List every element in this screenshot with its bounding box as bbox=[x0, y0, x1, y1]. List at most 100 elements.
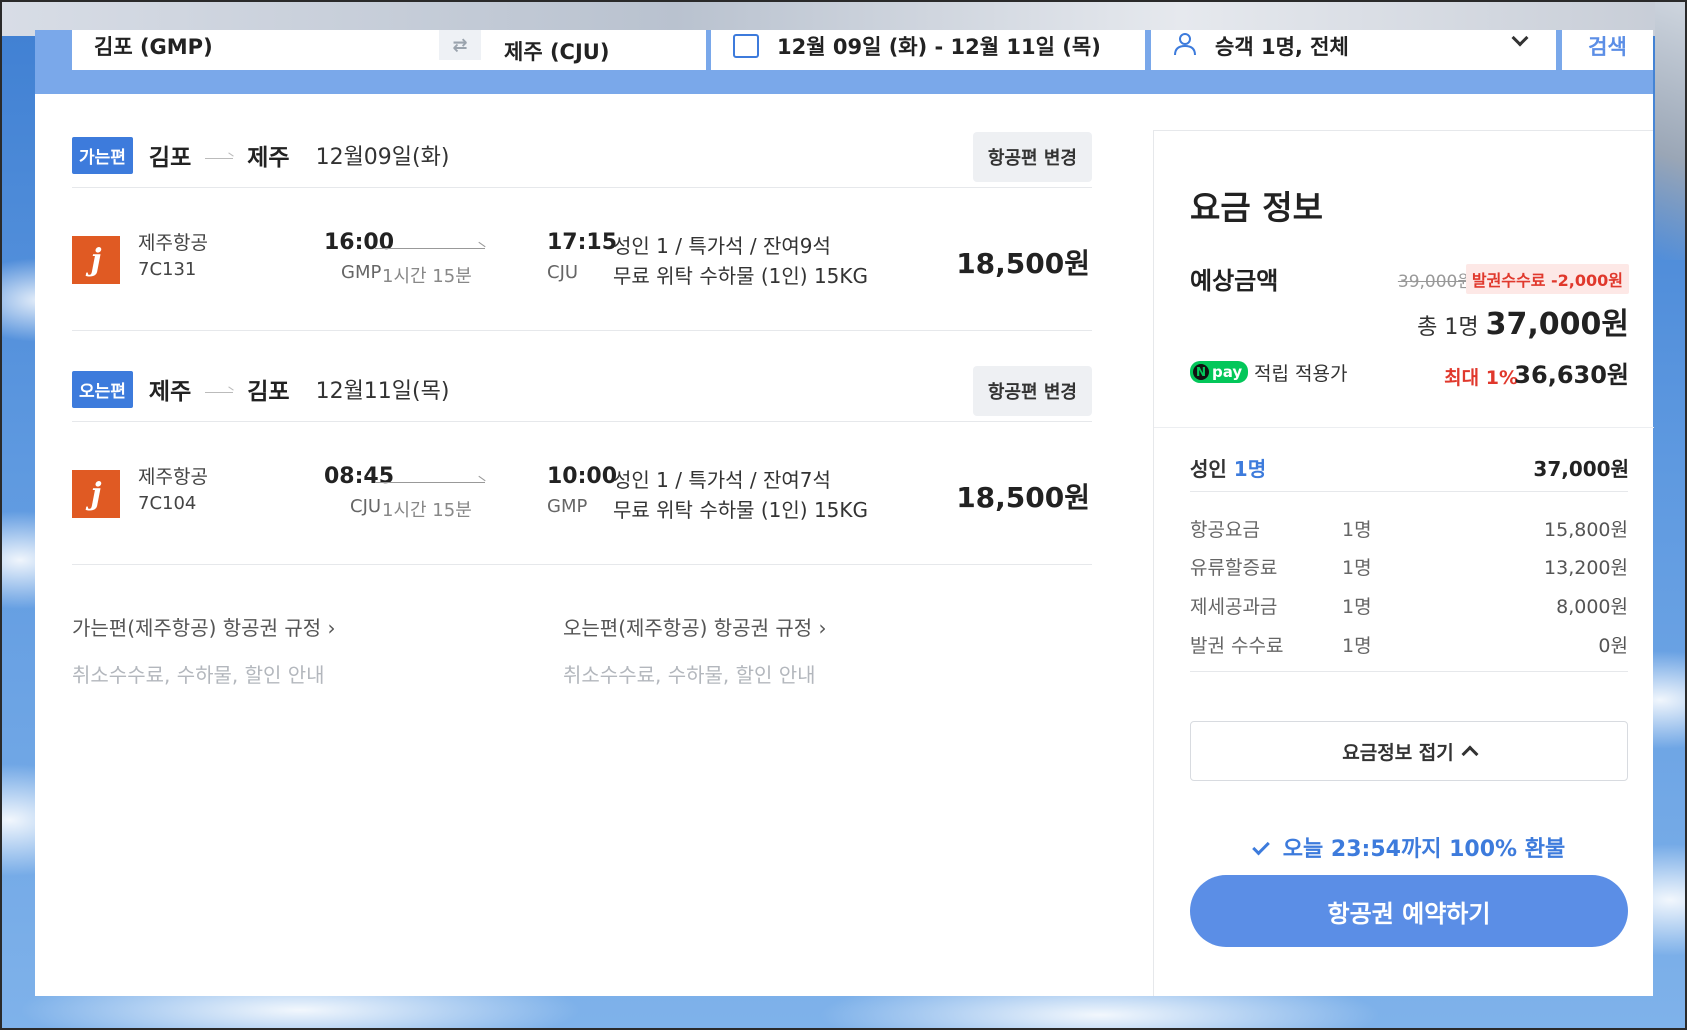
return-rules-link[interactable]: 오는편(제주항공) 항공권 규정 › 취소수수료, 수하물, 할인 안내 bbox=[563, 612, 826, 688]
return-change-button[interactable]: 항공편 변경 bbox=[972, 366, 1092, 416]
passenger-field[interactable]: 승객 1명, 전체 bbox=[1151, 30, 1556, 70]
pax-type: 성인 bbox=[1190, 457, 1227, 481]
baggage-info: 무료 위탁 수하물 (1인) 15KG bbox=[613, 498, 869, 522]
seat-info: 성인 1 / 특가석 / 잔여9석 bbox=[613, 234, 831, 258]
npay-badge-label: pay bbox=[1212, 363, 1243, 381]
fare-panel: 요금 정보 예상금액 39,000원 발권수수료 -2,000원 총 1명 37… bbox=[1153, 130, 1654, 996]
total-amount: 37,000원 bbox=[1485, 307, 1629, 342]
date-field[interactable]: 12월 09일 (화) - 12월 11일 (목) bbox=[711, 30, 1145, 70]
breakdown-count: 1명 bbox=[1342, 557, 1372, 579]
rules-title: 가는편(제주항공) 항공권 규정 › bbox=[72, 616, 336, 640]
return-from: 제주 bbox=[148, 379, 192, 405]
flight-number: 7C131 bbox=[138, 259, 197, 280]
chevron-down-icon bbox=[1511, 30, 1529, 47]
return-badge: 오는편 bbox=[72, 370, 133, 408]
departure-code: GMP bbox=[341, 262, 382, 283]
breakdown-count: 1명 bbox=[1342, 596, 1372, 618]
npay-label: 적립 적용가 bbox=[1254, 363, 1348, 385]
departure-time: 16:00 bbox=[324, 230, 395, 255]
refund-text: 오늘 23:54까지 100% 환불 bbox=[1282, 837, 1566, 862]
outbound-flight: j 제주항공 7C131 16:00 GMP 1시간 15분 17:15 CJU… bbox=[72, 220, 1092, 330]
breakdown-amount: 13,200원 bbox=[1544, 557, 1628, 579]
return-date: 12월11일(목) bbox=[315, 379, 450, 404]
return-flight: j 제주항공 7C104 08:45 CJU 1시간 15분 10:00 GMP… bbox=[72, 454, 1092, 564]
estimate-label: 예상금액 bbox=[1190, 267, 1279, 295]
outbound-from: 김포 bbox=[148, 145, 192, 171]
main-panel: 가는편 김포 제주 12월09일(화) 항공편 변경 j 제주항공 7C131 … bbox=[35, 94, 1654, 996]
breakdown-amount: 15,800원 bbox=[1544, 519, 1628, 541]
arrival-code: CJU bbox=[547, 262, 579, 283]
baggage-info: 무료 위탁 수하물 (1인) 15KG bbox=[613, 264, 869, 288]
breakdown-name: 제세공과금 bbox=[1190, 596, 1278, 618]
fold-label: 요금정보 접기 bbox=[1342, 741, 1454, 764]
origin-value: 김포 (GMP) bbox=[94, 35, 213, 59]
breakdown-amount: 0원 bbox=[1598, 635, 1628, 657]
outbound-header: 가는편 김포 제주 12월09일(화) 항공편 변경 bbox=[72, 124, 1092, 186]
breakdown-count: 1명 bbox=[1342, 519, 1372, 541]
wing-edge-background bbox=[1655, 0, 1687, 260]
search-button-label: 검색 bbox=[1588, 35, 1627, 59]
breakdown-name: 항공요금 bbox=[1190, 519, 1260, 541]
calendar-icon bbox=[733, 34, 759, 58]
npay-icon: N pay bbox=[1190, 361, 1249, 383]
flight-number: 7C104 bbox=[138, 493, 197, 514]
breakdown-name: 유류할증료 bbox=[1190, 557, 1278, 579]
duration: 1시간 15분 bbox=[382, 500, 472, 521]
route-arrow-icon bbox=[205, 157, 234, 159]
divider bbox=[1190, 491, 1628, 492]
divider bbox=[1154, 427, 1654, 428]
breakdown-count: 1명 bbox=[1342, 635, 1372, 657]
book-ticket-button[interactable]: 항공권 예약하기 bbox=[1190, 875, 1628, 947]
seat-info: 성인 1 / 특가석 / 잔여7석 bbox=[613, 468, 831, 492]
route-arrow-icon bbox=[205, 391, 234, 393]
arrival-time: 10:00 bbox=[547, 464, 618, 489]
route-field[interactable]: 김포 (GMP) ⇄ 제주 (CJU) bbox=[72, 30, 706, 70]
divider bbox=[72, 187, 1092, 188]
person-icon bbox=[1173, 33, 1197, 56]
total-prefix: 총 1명 bbox=[1417, 315, 1479, 340]
fare-breakdown-row: 제세공과금 1명 8,000원 bbox=[1190, 592, 1628, 622]
check-icon bbox=[1251, 837, 1270, 856]
breakdown-amount: 8,000원 bbox=[1556, 596, 1628, 618]
jeju-air-logo-icon: j bbox=[72, 236, 120, 284]
outbound-to: 제주 bbox=[247, 145, 290, 171]
dates-value: 12월 09일 (화) - 12월 11일 (목) bbox=[777, 35, 1101, 59]
rules-subtitle: 취소수수료, 수하물, 할인 안내 bbox=[72, 663, 325, 687]
search-bar: 김포 (GMP) ⇄ 제주 (CJU) 12월 09일 (화) - 12월 11… bbox=[35, 30, 1653, 94]
return-to: 김포 bbox=[247, 379, 290, 405]
npay-amount: 36,630원 bbox=[1514, 361, 1629, 389]
search-button[interactable]: 검색 bbox=[1562, 30, 1653, 70]
flight-price: 18,500원 bbox=[956, 481, 1090, 514]
refund-notice: 오늘 23:54까지 100% 환불 bbox=[1190, 831, 1628, 863]
fare-breakdown-row: 유류할증료 1명 13,200원 bbox=[1190, 553, 1628, 583]
flight-arrow-icon bbox=[375, 248, 485, 249]
fare-title: 요금 정보 bbox=[1190, 188, 1323, 227]
fare-breakdown-row: 항공요금 1명 15,800원 bbox=[1190, 515, 1628, 545]
arrival-time: 17:15 bbox=[547, 230, 618, 255]
divider bbox=[72, 330, 1092, 331]
npay-n: N bbox=[1193, 364, 1209, 380]
outbound-change-button[interactable]: 항공편 변경 bbox=[972, 132, 1092, 182]
arrival-code: GMP bbox=[547, 496, 588, 517]
pax-count: 1명 bbox=[1233, 457, 1267, 481]
chevron-up-icon bbox=[1461, 745, 1479, 763]
divider bbox=[72, 421, 1092, 422]
passengers-value: 승객 1명, 전체 bbox=[1215, 35, 1349, 59]
rules-subtitle: 취소수수료, 수하물, 할인 안내 bbox=[563, 663, 816, 687]
outbound-date: 12월09일(화) bbox=[315, 145, 450, 170]
fold-fare-info-button[interactable]: 요금정보 접기 bbox=[1190, 721, 1628, 781]
fare-breakdown-row: 발권 수수료 1명 0원 bbox=[1190, 631, 1628, 661]
return-header: 오는편 제주 김포 12월11일(목) 항공편 변경 bbox=[72, 358, 1092, 420]
departure-time: 08:45 bbox=[324, 464, 395, 489]
breakdown-name: 발권 수수료 bbox=[1190, 635, 1284, 657]
duration: 1시간 15분 bbox=[382, 266, 472, 287]
npay-max-rate: 최대 1% bbox=[1444, 367, 1518, 389]
outbound-rules-link[interactable]: 가는편(제주항공) 항공권 규정 › 취소수수료, 수하물, 할인 안내 bbox=[72, 612, 335, 688]
total-price: 총 1명 37,000원 bbox=[1417, 299, 1629, 343]
rules-title: 오는편(제주항공) 항공권 규정 › bbox=[563, 616, 827, 640]
fee-discount-badge: 발권수수료 -2,000원 bbox=[1465, 264, 1629, 294]
swap-icon[interactable]: ⇄ bbox=[439, 30, 481, 60]
flight-arrow-icon bbox=[375, 482, 485, 483]
outbound-badge: 가는편 bbox=[72, 136, 133, 174]
airline-name: 제주항공 bbox=[138, 232, 208, 254]
